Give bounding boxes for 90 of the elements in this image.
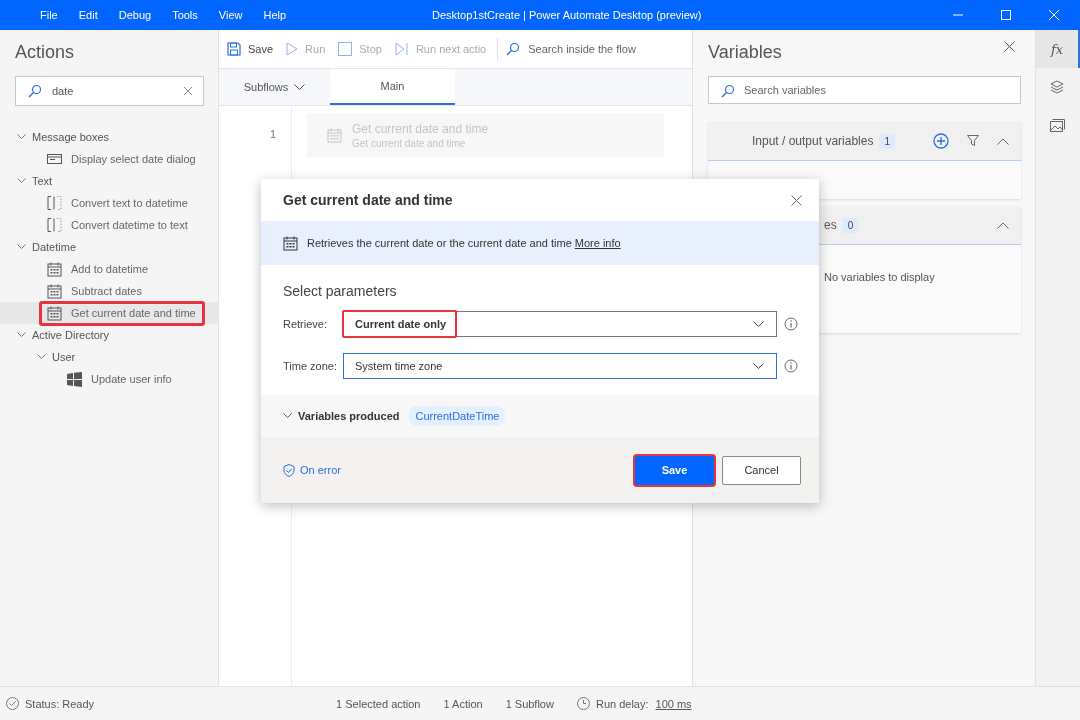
status-text: 1 Action xyxy=(443,697,483,710)
panel-title: Actions xyxy=(14,41,76,63)
message-box-icon xyxy=(47,153,62,165)
shield-icon xyxy=(283,463,295,477)
chevron-icon[interactable] xyxy=(17,134,26,140)
info-icon[interactable] xyxy=(784,317,798,331)
convert-icon xyxy=(47,196,62,210)
category-label[interactable]: Active Directory xyxy=(32,329,110,341)
stop-icon xyxy=(338,42,353,56)
status-text: Status: Ready xyxy=(25,697,95,710)
subflow-tab[interactable]: Main xyxy=(330,69,455,105)
info-icon[interactable] xyxy=(784,359,798,373)
collapse-icon[interactable] xyxy=(997,221,1009,229)
section-title: es xyxy=(824,218,837,232)
menu-item[interactable]: Help xyxy=(263,9,287,21)
menu-item[interactable]: Tools xyxy=(172,9,198,21)
action-item[interactable]: Convert text to datetime xyxy=(39,191,197,215)
run-delay-link[interactable]: 100 ms xyxy=(655,697,692,710)
chevron-icon[interactable] xyxy=(37,354,46,360)
close-icon[interactable] xyxy=(1004,41,1015,52)
category-label[interactable]: User xyxy=(52,351,76,363)
save-button[interactable]: Save xyxy=(635,455,714,485)
subflow-tab[interactable]: Subflows xyxy=(219,69,330,105)
action-item[interactable]: Convert datetime to text xyxy=(39,213,197,237)
caret-icon xyxy=(753,362,764,370)
calendar-icon xyxy=(327,127,342,143)
side-tab[interactable]: fx xyxy=(1036,30,1080,68)
maximize-icon[interactable] xyxy=(1000,9,1012,21)
count-badge: 0 xyxy=(842,217,859,233)
collapse-icon[interactable] xyxy=(997,137,1009,145)
calendar-icon xyxy=(283,235,298,251)
menu-item[interactable]: View xyxy=(218,9,243,21)
more-info-link[interactable]: More info xyxy=(574,237,621,249)
category-label[interactable]: Message boxes xyxy=(32,131,110,143)
search-icon xyxy=(506,42,521,56)
description: Retrieves the current date or the current date and time More info xyxy=(307,237,621,249)
line-number: 1 xyxy=(269,128,276,140)
calendar-icon xyxy=(47,261,62,277)
menu-item[interactable]: Edit xyxy=(78,9,98,21)
field-label: Retrieve: xyxy=(283,318,329,330)
chevron-icon[interactable] xyxy=(17,244,26,250)
windows-icon xyxy=(67,371,82,387)
on-error-link[interactable]: On error xyxy=(283,463,341,477)
field-label: Time zone: xyxy=(283,360,338,372)
dropdown-field[interactable]: System time zone xyxy=(343,353,777,379)
window-title: Desktop1stCreate | Power Automate Desktop (preview) xyxy=(432,9,702,21)
chevron-icon[interactable] xyxy=(17,178,26,184)
count-badge: 1 xyxy=(879,133,895,149)
variables-produced-toggle[interactable]: Variables produced xyxy=(283,410,400,422)
variable-chip[interactable]: CurrentDateTime xyxy=(409,406,506,426)
clear-icon[interactable] xyxy=(183,86,193,96)
dropdown-field[interactable]: Current date only xyxy=(343,311,777,337)
chevron-icon xyxy=(283,413,292,419)
menu-item[interactable]: Debug xyxy=(118,9,152,21)
search-field[interactable]: Search variables xyxy=(708,76,1021,104)
caret-icon xyxy=(753,320,764,328)
category-label[interactable]: Text xyxy=(32,175,53,187)
section-heading: Select parameters xyxy=(283,283,398,299)
clock-icon xyxy=(576,697,590,710)
convert-icon xyxy=(47,218,62,232)
status-text: 1 Subflow xyxy=(505,697,554,710)
layers-icon xyxy=(1050,80,1064,94)
filter-icon[interactable] xyxy=(967,135,979,147)
menu-item[interactable]: File xyxy=(40,9,58,21)
status-text: 1 Selected action xyxy=(336,697,421,710)
step-forward-icon xyxy=(394,42,409,56)
action-item[interactable]: Display select date dialog xyxy=(39,148,205,170)
image-icon xyxy=(1049,118,1065,132)
toolbar-button[interactable]: Save xyxy=(227,42,274,56)
empty-message: No variables to display xyxy=(824,271,935,283)
search-icon xyxy=(28,84,42,98)
play-icon xyxy=(286,42,299,56)
check-circle-icon xyxy=(6,697,19,710)
cancel-button[interactable]: Cancel xyxy=(722,455,801,485)
save-icon xyxy=(227,42,241,56)
search-field[interactable]: date xyxy=(15,76,204,106)
status-text: Run delay: xyxy=(595,697,649,710)
calendar-icon xyxy=(47,305,62,321)
close-icon[interactable] xyxy=(791,194,802,206)
panel-title: Variables xyxy=(707,41,782,63)
action-item[interactable]: Update user info xyxy=(59,366,181,392)
dialog-title: Get current date and time xyxy=(283,192,453,208)
flow-search-field[interactable]: Search inside the flow xyxy=(506,30,687,68)
chevron-icon[interactable] xyxy=(17,332,26,338)
category-label[interactable]: Datetime xyxy=(32,241,77,253)
add-icon[interactable] xyxy=(933,133,949,149)
section-title: Input / output variables xyxy=(752,134,874,148)
action-item[interactable]: Get current date and time xyxy=(39,300,205,326)
calendar-icon xyxy=(47,283,62,299)
caret-icon xyxy=(294,83,306,91)
